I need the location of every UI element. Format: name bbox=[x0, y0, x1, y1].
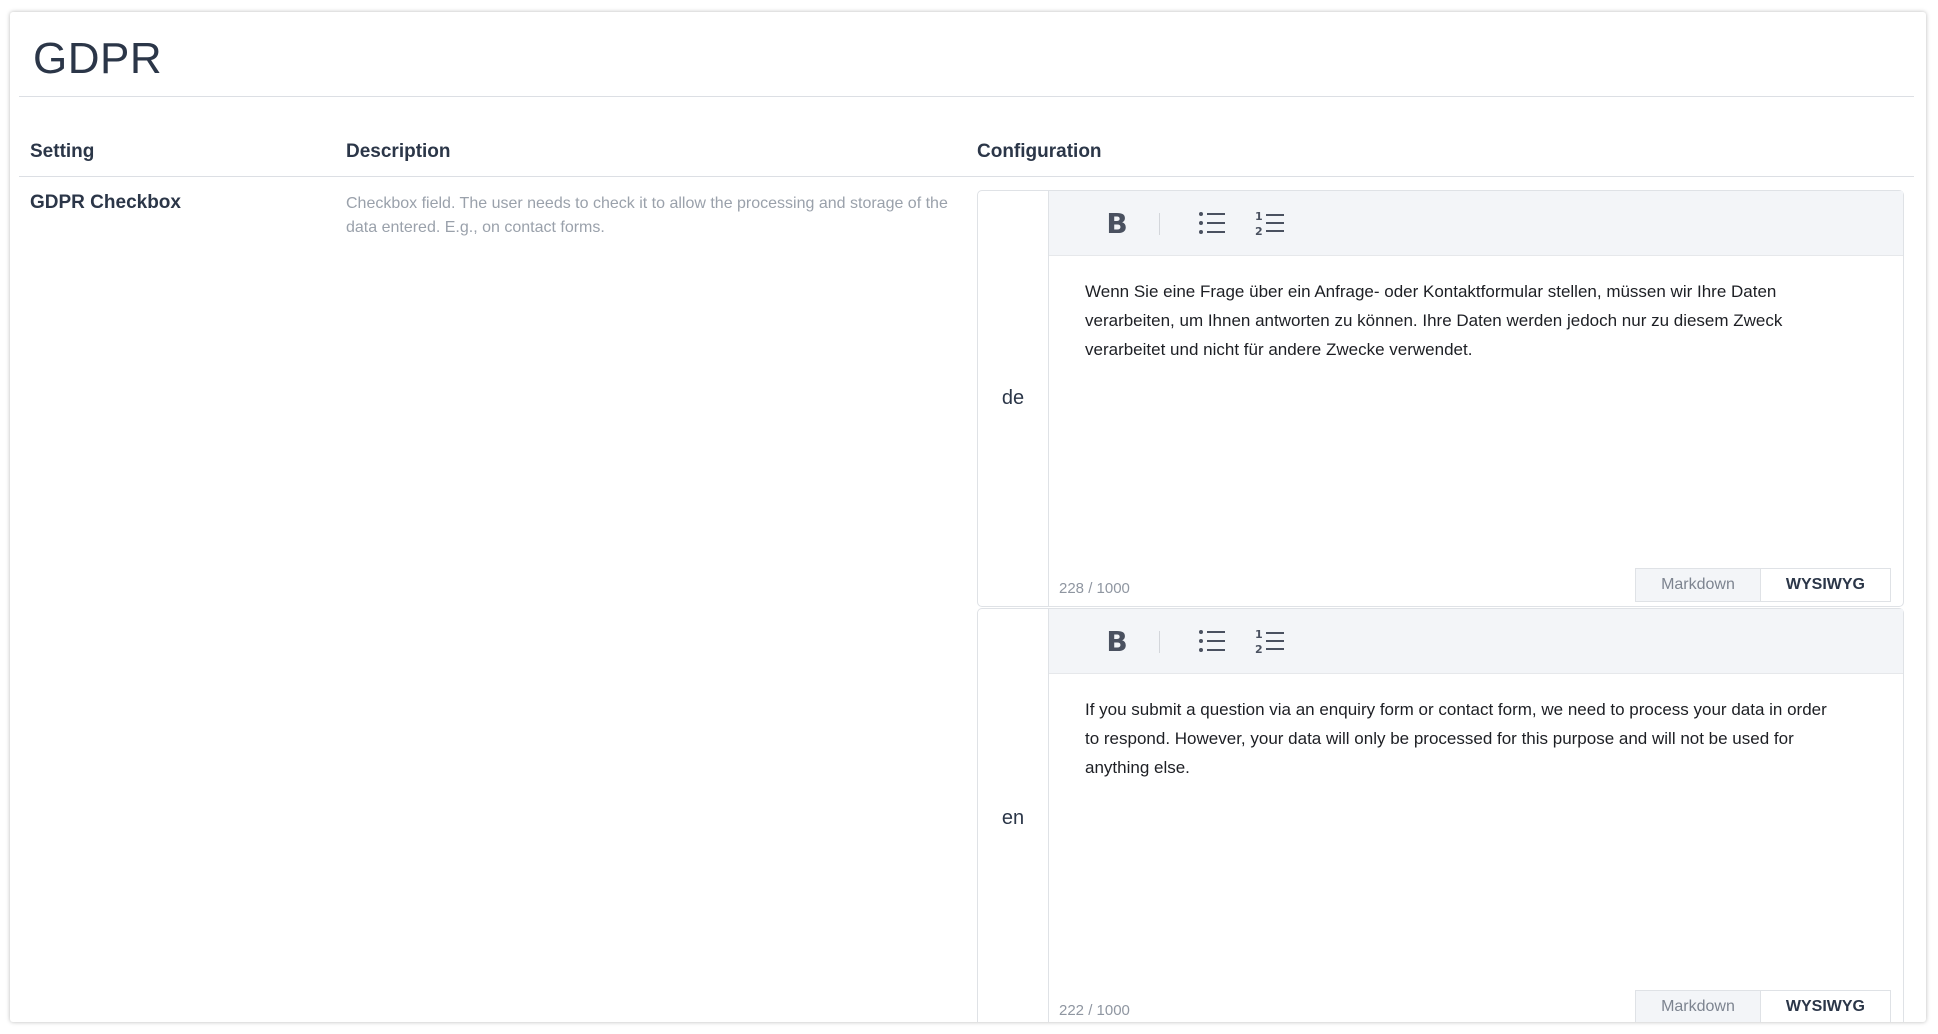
config-block-de: de B 1 2 Wenn Sie eine Frage über ein An… bbox=[977, 190, 1904, 607]
bold-button[interactable]: B bbox=[1097, 203, 1137, 243]
gdpr-settings-card: GDPR Setting Description Configuration G… bbox=[10, 12, 1926, 1022]
svg-text:2: 2 bbox=[1255, 643, 1263, 655]
editor-toolbar-en: B 1 2 bbox=[1049, 609, 1903, 674]
editor-content-en[interactable]: If you submit a question via an enquiry … bbox=[1085, 695, 1843, 782]
numbered-list-icon: 1 2 bbox=[1255, 210, 1284, 237]
column-header-description: Description bbox=[346, 141, 451, 162]
editor-footer-de: 228 / 1000 Markdown WYSIWYG bbox=[1049, 568, 1903, 606]
language-label-en: en bbox=[1001, 807, 1025, 829]
editor-toolbar-de: B 1 2 bbox=[1049, 191, 1903, 256]
setting-description: Checkbox field. The user needs to check … bbox=[346, 195, 948, 236]
editor-mode-tabs-en: Markdown WYSIWYG bbox=[1635, 990, 1891, 1022]
title-divider bbox=[19, 96, 1914, 97]
svg-text:1: 1 bbox=[1255, 210, 1263, 223]
bold-icon: B bbox=[1106, 624, 1128, 658]
character-counter-en: 222 / 1000 bbox=[1059, 1002, 1130, 1019]
bold-button[interactable]: B bbox=[1097, 621, 1137, 661]
numbered-list-icon: 1 2 bbox=[1255, 628, 1284, 655]
rich-text-editor-de: B 1 2 Wenn Sie eine Frage über ein Anfra… bbox=[1048, 191, 1903, 606]
svg-text:1: 1 bbox=[1255, 628, 1263, 641]
page-title: GDPR bbox=[33, 34, 163, 83]
bold-icon: B bbox=[1106, 206, 1128, 240]
setting-name: GDPR Checkbox bbox=[30, 192, 181, 213]
toolbar-separator bbox=[1159, 213, 1160, 235]
editor-content-de[interactable]: Wenn Sie eine Frage über ein Anfrage- od… bbox=[1085, 277, 1843, 364]
editor-mode-tabs-de: Markdown WYSIWYG bbox=[1635, 568, 1891, 602]
svg-text:2: 2 bbox=[1255, 225, 1263, 237]
numbered-list-button[interactable]: 1 2 bbox=[1250, 203, 1290, 243]
editor-footer-en: 222 / 1000 Markdown WYSIWYG bbox=[1049, 990, 1903, 1022]
character-counter-de: 228 / 1000 bbox=[1059, 580, 1130, 597]
bullet-list-button[interactable] bbox=[1192, 621, 1232, 661]
rich-text-editor-en: B 1 2 If you submit a question via an en… bbox=[1048, 609, 1903, 1022]
toolbar-separator bbox=[1159, 631, 1160, 653]
bullet-list-icon bbox=[1199, 212, 1225, 234]
column-header-configuration: Configuration bbox=[977, 141, 1102, 162]
bullet-list-icon bbox=[1199, 630, 1225, 652]
wysiwyg-tab[interactable]: WYSIWYG bbox=[1759, 990, 1891, 1022]
markdown-tab[interactable]: Markdown bbox=[1635, 990, 1760, 1022]
config-block-en: en B 1 2 If you submit a question via an… bbox=[977, 608, 1904, 1022]
header-divider bbox=[19, 176, 1914, 177]
column-header-setting: Setting bbox=[30, 141, 95, 162]
wysiwyg-tab[interactable]: WYSIWYG bbox=[1759, 568, 1891, 602]
bullet-list-button[interactable] bbox=[1192, 203, 1232, 243]
markdown-tab[interactable]: Markdown bbox=[1635, 568, 1760, 602]
numbered-list-button[interactable]: 1 2 bbox=[1250, 621, 1290, 661]
language-label-de: de bbox=[1001, 387, 1025, 409]
